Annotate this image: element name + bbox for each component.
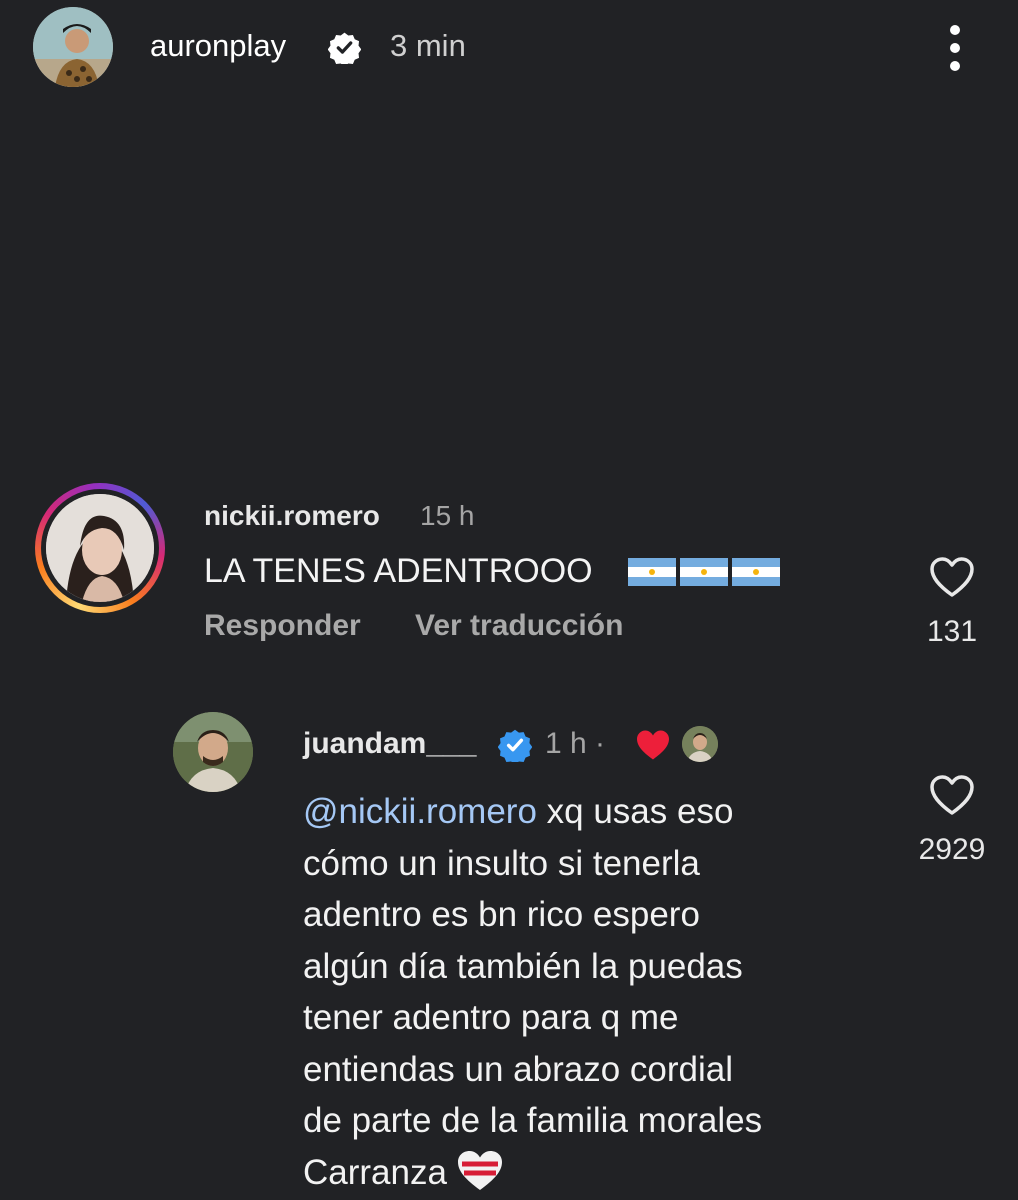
flag-emoji-group xyxy=(628,558,780,588)
like-count: 2929 xyxy=(918,833,986,866)
comment-text: LA TENES ADENTROOO xyxy=(204,552,593,590)
author-mini-avatar xyxy=(682,726,718,762)
avatar-photo-icon xyxy=(173,712,253,792)
flag-argentina-icon xyxy=(732,558,780,586)
verified-badge-icon xyxy=(328,32,361,64)
comment-username[interactable]: nickii.romero xyxy=(204,500,380,532)
like-heart-icon[interactable] xyxy=(928,555,976,599)
like-heart-icon[interactable] xyxy=(928,773,976,817)
avatar-photo-icon xyxy=(46,494,154,602)
verified-badge-icon xyxy=(498,729,532,762)
flag-argentina-icon xyxy=(628,558,676,586)
like-count: 131 xyxy=(926,615,978,648)
avatar-photo-icon xyxy=(33,7,113,87)
liked-by-author-heart-icon xyxy=(637,730,669,760)
nickii-avatar-story-ring[interactable] xyxy=(35,483,165,613)
reply-button[interactable]: Responder xyxy=(204,609,361,643)
comment-username[interactable]: juandam___ xyxy=(303,727,476,761)
comment-text: @nickii.romero xq usas eso cómo un insul… xyxy=(303,786,863,1198)
flag-argentina-icon xyxy=(680,558,728,586)
comment-time: 15 h xyxy=(420,500,475,531)
story-time: 3 min xyxy=(390,28,466,63)
story-avatar[interactable] xyxy=(33,7,113,87)
avatar-photo-icon xyxy=(682,726,718,762)
more-options-icon[interactable] xyxy=(940,22,970,74)
comment-body: xq usas eso cómo un insulto si tenerla a… xyxy=(303,792,763,1192)
story-username[interactable]: auronplay xyxy=(150,28,286,64)
see-translation-button[interactable]: Ver traducción xyxy=(415,609,623,643)
white-red-heart-emoji-icon xyxy=(457,1150,502,1190)
comment-time: 1 h · xyxy=(545,727,606,760)
juandam-avatar[interactable] xyxy=(173,712,253,792)
user-mention-link[interactable]: @nickii.romero xyxy=(303,792,537,831)
nickii-avatar[interactable] xyxy=(46,494,154,602)
